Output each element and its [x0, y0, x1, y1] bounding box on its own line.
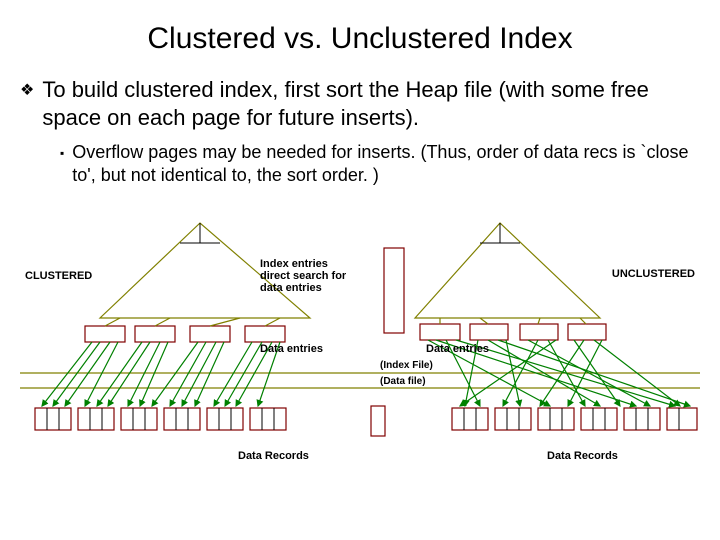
slide-title: Clustered vs. Unclustered Index: [20, 22, 700, 56]
bullet-square-icon: ▪: [60, 146, 64, 160]
bullet-level2: ▪ Overflow pages may be needed for inser…: [60, 141, 700, 188]
diagram-svg: [20, 188, 700, 488]
data-records-left-label: Data Records: [238, 450, 309, 462]
index-entries-label: Index entries direct search for data ent…: [260, 258, 380, 294]
data-records-right-label: Data Records: [547, 450, 618, 462]
bullet1-text: To build clustered index, first sort the…: [42, 76, 700, 131]
clustered-label: CLUSTERED: [25, 270, 92, 282]
bullet-diamond-icon: ❖: [20, 80, 34, 100]
slide: Clustered vs. Unclustered Index ❖ To bui…: [0, 22, 720, 540]
data-entries-left-label: Data entries: [260, 343, 323, 355]
data-entries-right-label: Data entries: [426, 343, 489, 355]
bullet2-text: Overflow pages may be needed for inserts…: [72, 141, 700, 188]
bullet-level1: ❖ To build clustered index, first sort t…: [20, 76, 700, 131]
index-diagram: CLUSTERED UNCLUSTERED Index entries dire…: [20, 188, 700, 488]
data-file-label: (Data file): [380, 376, 426, 387]
unclustered-label: UNCLUSTERED: [612, 268, 695, 280]
index-file-label: (Index File): [380, 360, 433, 371]
